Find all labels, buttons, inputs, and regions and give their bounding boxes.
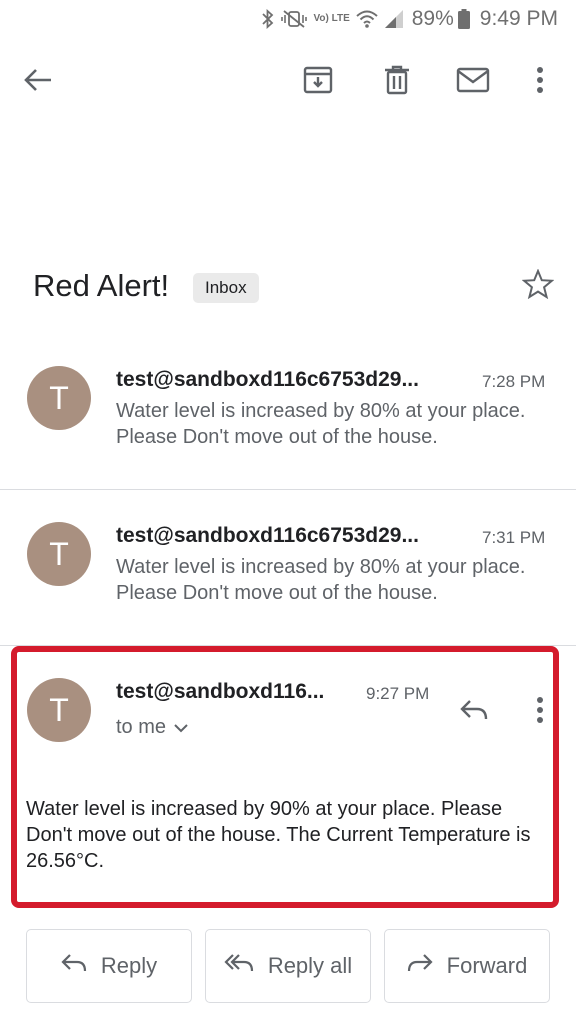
reply-all-button[interactable]: Reply all [205,929,371,1003]
message-time: 7:31 PM [482,528,546,547]
forward-icon [407,953,433,979]
forward-button[interactable]: Forward [384,929,550,1003]
message-body: Water level is increased by 90% at your … [26,798,531,872]
message-item[interactable]: T test@sandboxd116c6753d29... 7:28 PM Wa… [0,356,576,488]
subject-row: Red Alert! Inbox [0,266,576,316]
status-time: 9:49 PM [479,7,558,30]
message-time: 9:27 PM [366,684,430,703]
message-item[interactable]: T test@sandboxd116c6753d29... 7:31 PM Wa… [0,512,576,644]
reply-all-icon [224,953,254,979]
sender-name: test@sandboxd116c6753d29... [116,524,419,547]
mark-unread-button[interactable] [451,60,495,104]
more-vert-icon [536,696,544,729]
reply-all-label: Reply all [267,953,353,978]
status-bar: Vo) LTE 89% 9:49 PM [0,0,576,38]
star-button[interactable] [518,266,558,306]
divider [0,645,576,646]
avatar[interactable]: T [27,678,91,742]
quick-reply-button[interactable] [452,692,496,732]
archive-icon [303,65,333,100]
delete-button[interactable] [375,60,419,104]
recipient-details-toggle[interactable]: to me [116,716,188,739]
sender-name: test@sandboxd116... [116,680,325,703]
back-arrow-icon [23,68,53,97]
reply-icon [61,953,87,979]
back-button[interactable] [16,60,60,104]
expanded-message: T test@sandboxd116... 9:27 PM to me Wate… [0,670,576,900]
volte-icon: Vo) LTE [313,13,350,24]
bluetooth-icon [261,9,275,29]
recipient-label: to me [116,716,167,738]
mail-icon [456,67,490,98]
reply-label: Reply [100,953,158,978]
top-action-bar [0,50,576,114]
more-options-button[interactable] [518,60,562,104]
status-icons: Vo) LTE [261,9,403,29]
subject-title: Red Alert! [33,268,170,303]
reply-icon [459,698,489,727]
message-more-button[interactable] [520,692,560,732]
divider [0,489,576,490]
message-snippet: Water level is increased by 80% at your … [116,400,526,448]
vibrate-mute-icon [281,9,308,29]
message-time: 7:28 PM [482,372,546,391]
inbox-label-chip[interactable]: Inbox [193,273,259,303]
battery-icon [457,9,470,29]
chevron-down-icon [174,716,188,739]
delete-icon [384,65,410,100]
signal-icon [384,9,404,29]
forward-label: Forward [446,953,528,978]
reply-button[interactable]: Reply [26,929,192,1003]
message-snippet: Water level is increased by 80% at your … [116,556,526,604]
battery-percent: 89% [411,7,454,30]
archive-button[interactable] [296,60,340,104]
more-vert-icon [536,66,544,99]
avatar[interactable]: T [27,366,91,430]
wifi-icon [356,9,378,29]
sender-name: test@sandboxd116c6753d29... [116,368,419,391]
avatar[interactable]: T [27,522,91,586]
star-icon [521,267,555,304]
